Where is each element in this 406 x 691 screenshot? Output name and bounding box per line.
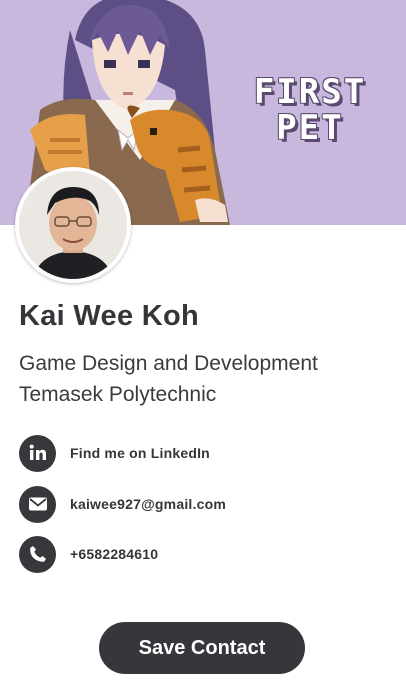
- linkedin-label: Find me on LinkedIn: [70, 445, 210, 461]
- banner-title-line2: PET: [276, 108, 344, 148]
- email-label: kaiwee927@gmail.com: [70, 496, 226, 512]
- phone-label: +6582284610: [70, 546, 159, 562]
- profile-subtitle: Game Design and Development Temasek Poly…: [19, 348, 318, 410]
- linkedin-icon: [19, 434, 56, 472]
- phone-icon: [19, 535, 56, 573]
- avatar-photo: [19, 171, 127, 279]
- profile-program: Game Design and Development: [19, 352, 318, 375]
- banner-title-line1: FIRST: [253, 72, 367, 112]
- linkedin-link[interactable]: Find me on LinkedIn: [19, 434, 379, 472]
- avatar: [15, 167, 131, 283]
- save-contact-button[interactable]: Save Contact: [99, 622, 305, 674]
- profile-name: Kai Wee Koh: [19, 300, 200, 332]
- banner-title: FIRST PET: [243, 74, 377, 146]
- email-icon: [19, 485, 56, 523]
- phone-link[interactable]: +6582284610: [19, 535, 379, 573]
- email-link[interactable]: kaiwee927@gmail.com: [19, 485, 379, 523]
- profile-school: Temasek Polytechnic: [19, 383, 217, 406]
